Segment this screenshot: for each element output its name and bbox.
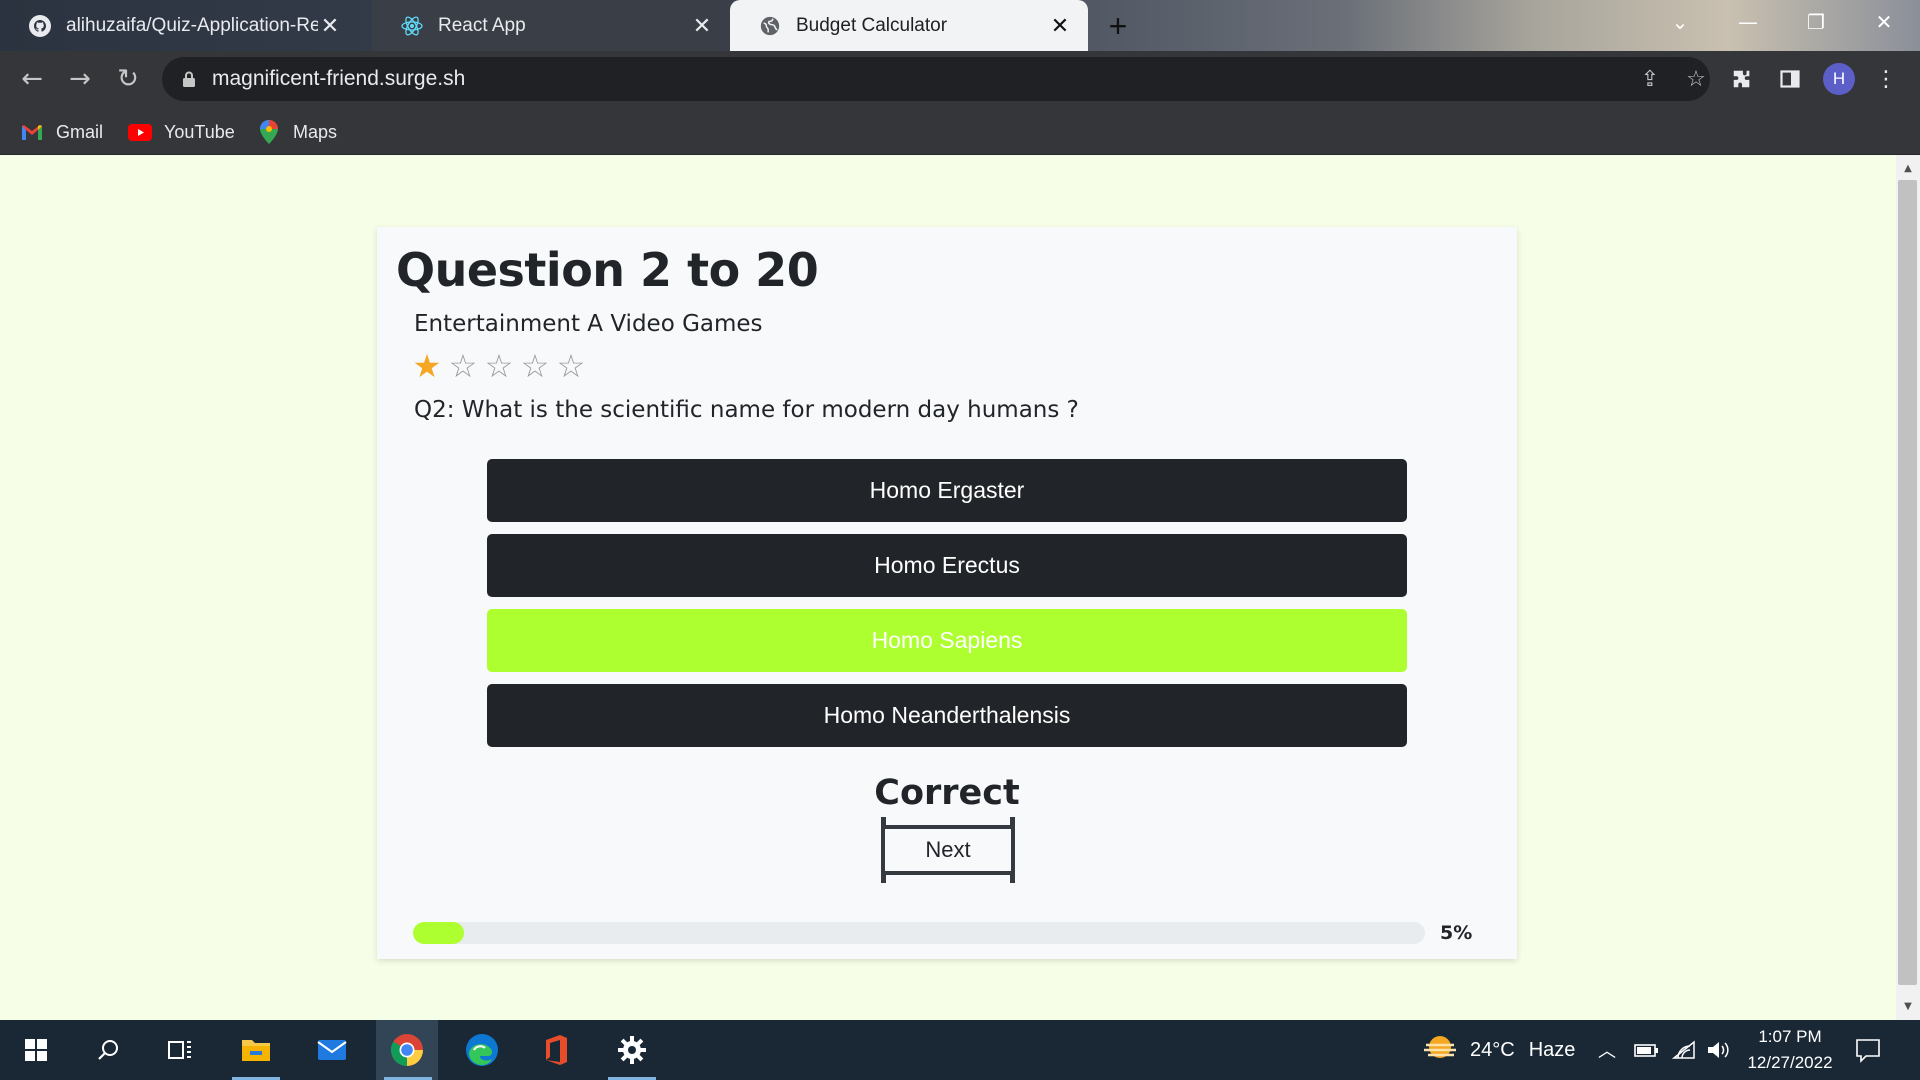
taskbar: 24°C Haze ︿ 1:07 PM 12/27/2022: [0, 1020, 1920, 1080]
answer-option[interactable]: Homo Neanderthalensis: [487, 684, 1407, 747]
bookmark-star-icon[interactable]: ☆: [1680, 63, 1712, 95]
next-button[interactable]: Next: [881, 825, 1015, 875]
settings-gear-icon[interactable]: [602, 1020, 662, 1080]
close-tab-icon[interactable]: ✕: [318, 13, 342, 38]
github-icon: [28, 14, 52, 38]
share-icon[interactable]: ⇪: [1634, 63, 1666, 95]
tab-search-icon[interactable]: ⌄: [1650, 0, 1710, 44]
back-arrow-icon[interactable]: ←: [14, 61, 50, 97]
bookmark-label: Gmail: [56, 121, 104, 142]
file-explorer-icon[interactable]: [226, 1020, 286, 1080]
weather-temp: 24°C: [1470, 1038, 1515, 1061]
tab-title: React App: [438, 14, 526, 36]
tab-react-app[interactable]: React App ✕: [372, 0, 730, 51]
globe-icon: [758, 14, 782, 38]
star-icon: ★: [412, 347, 442, 385]
react-icon: [400, 14, 424, 38]
notifications-icon[interactable]: [1855, 1020, 1881, 1080]
question-text: Q2: What is the scientific name for mode…: [414, 397, 1079, 423]
wifi-icon[interactable]: [1672, 1020, 1696, 1080]
edge-icon[interactable]: [452, 1020, 512, 1080]
url-text: magnificent-friend.surge.sh: [212, 67, 466, 90]
bookmark-youtube[interactable]: YouTube: [128, 115, 235, 149]
difficulty-rating: ★ ☆ ☆ ☆ ☆: [412, 349, 586, 383]
answer-option[interactable]: Homo Erectus: [487, 534, 1407, 597]
browser-toolbar: ← → ↻ magnificent-friend.surge.sh ⇪ ☆ ⋮: [0, 51, 1920, 107]
tab-title: alihuzaifa/Quiz-Application-React: [66, 14, 318, 36]
bookmark-label: YouTube: [164, 121, 235, 142]
chrome-icon[interactable]: [376, 1020, 438, 1080]
close-window-icon[interactable]: ✕: [1854, 0, 1914, 44]
close-tab-icon[interactable]: ✕: [690, 13, 714, 38]
scrollbar-thumb[interactable]: [1898, 180, 1917, 985]
tab-budget-calculator[interactable]: Budget Calculator ✕: [730, 0, 1088, 51]
next-button-frame: Next: [873, 817, 1023, 883]
office-icon[interactable]: [526, 1020, 586, 1080]
bookmark-gmail[interactable]: Gmail: [20, 115, 103, 149]
youtube-icon: [128, 121, 152, 143]
weather-widget[interactable]: 24°C Haze: [1422, 1020, 1575, 1080]
profile-avatar[interactable]: H: [1823, 63, 1855, 95]
result-message: Correct: [874, 773, 1020, 813]
address-bar[interactable]: magnificent-friend.surge.sh ⇪ ☆: [162, 57, 1710, 101]
star-icon: ☆: [484, 347, 514, 385]
question-category: Entertainment A Video Games: [414, 311, 763, 337]
progress-fill: [413, 922, 464, 944]
show-hidden-icons-icon[interactable]: ︿: [1598, 1020, 1616, 1080]
star-icon: ☆: [520, 347, 550, 385]
question-counter: Question 2 to 20: [396, 243, 819, 297]
battery-icon[interactable]: [1634, 1020, 1660, 1080]
bookmarks-bar: Gmail YouTube Maps: [0, 107, 1920, 155]
maps-icon: [257, 120, 281, 144]
system-clock[interactable]: 1:07 PM 12/27/2022: [1735, 1024, 1845, 1076]
extensions-icon[interactable]: [1723, 60, 1761, 98]
close-tab-icon[interactable]: ✕: [1048, 13, 1072, 38]
clock-time: 1:07 PM: [1758, 1027, 1822, 1046]
lock-icon: [182, 71, 198, 87]
task-view-icon[interactable]: [150, 1020, 210, 1080]
weather-desc: Haze: [1528, 1038, 1576, 1061]
tab-strip: alihuzaifa/Quiz-Application-React ✕ Reac…: [0, 0, 1920, 51]
windows-start-icon[interactable]: [6, 1020, 66, 1080]
menu-dots-icon[interactable]: ⋮: [1867, 60, 1905, 98]
forward-arrow-icon[interactable]: →: [62, 61, 98, 97]
gmail-icon: [20, 121, 44, 143]
mail-icon[interactable]: [302, 1020, 362, 1080]
side-panel-icon[interactable]: [1771, 60, 1809, 98]
tab-github[interactable]: alihuzaifa/Quiz-Application-React ✕: [0, 0, 358, 51]
progress-percent: 5%: [1440, 922, 1473, 944]
scroll-down-arrow-icon[interactable]: ▼: [1898, 996, 1918, 1016]
search-icon[interactable]: [78, 1020, 138, 1080]
bookmark-label: Maps: [293, 121, 338, 142]
clock-date: 12/27/2022: [1747, 1053, 1833, 1072]
tab-title: Budget Calculator: [796, 14, 948, 36]
scroll-up-arrow-icon[interactable]: ▲: [1898, 158, 1918, 178]
star-icon: ☆: [556, 347, 586, 385]
reload-icon[interactable]: ↻: [110, 61, 146, 97]
bookmark-maps[interactable]: Maps: [257, 115, 337, 149]
answer-option[interactable]: Homo Ergaster: [487, 459, 1407, 522]
star-icon: ☆: [448, 347, 478, 385]
minimize-icon[interactable]: —: [1718, 0, 1778, 44]
restore-icon[interactable]: ❐: [1786, 0, 1846, 44]
answer-option[interactable]: Homo Sapiens: [487, 609, 1407, 672]
quiz-card: Question 2 to 20 Entertainment A Video G…: [377, 227, 1517, 959]
new-tab-button[interactable]: +: [1100, 8, 1136, 44]
answer-options: Homo Ergaster Homo Erectus Homo Sapiens …: [487, 459, 1407, 759]
volume-icon[interactable]: [1706, 1020, 1730, 1080]
progress-bar: [413, 922, 1425, 944]
haze-weather-icon: [1422, 1033, 1458, 1068]
